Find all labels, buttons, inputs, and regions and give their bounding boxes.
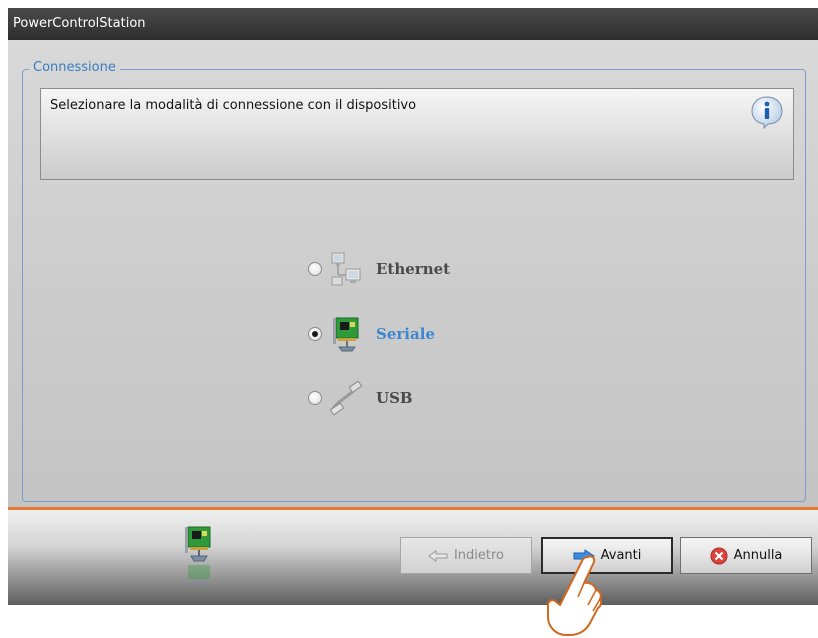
cancel-button[interactable]: Annulla	[680, 537, 812, 574]
footer-separator	[8, 507, 818, 510]
back-button-label: Indietro	[453, 548, 505, 563]
content-area: Connessione Selezionare la modalità di c…	[8, 40, 818, 507]
option-label-seriale: Seriale	[376, 325, 435, 343]
cancel-button-label: Annulla	[733, 548, 783, 563]
instruction-text: Selezionare la modalità di connessione c…	[50, 98, 417, 113]
arrow-left-icon	[428, 549, 448, 562]
ethernet-network-icon	[331, 252, 361, 286]
option-ethernet[interactable]: Ethernet	[308, 249, 558, 289]
info-icon	[751, 96, 783, 130]
cancel-icon	[710, 547, 728, 564]
group-legend: Connessione	[29, 59, 120, 77]
wizard-window: PowerControlStation Connessione Selezion…	[8, 8, 818, 605]
back-button[interactable]: Indietro	[400, 537, 532, 574]
radio-seriale[interactable]	[308, 327, 322, 341]
option-usb[interactable]: USB	[308, 378, 558, 418]
window-title: PowerControlStation	[8, 8, 818, 40]
next-button-label: Avanti	[600, 548, 642, 563]
option-label-ethernet: Ethernet	[376, 260, 451, 278]
usb-cable-icon	[330, 380, 362, 416]
hand-pointer-icon	[547, 555, 603, 636]
serial-card-icon	[333, 317, 359, 352]
option-label-usb: USB	[376, 389, 413, 407]
instruction-panel: Selezionare la modalità di connessione c…	[40, 88, 794, 180]
serial-card-icon	[185, 526, 211, 585]
option-seriale[interactable]: Seriale	[308, 314, 558, 354]
radio-ethernet[interactable]	[308, 262, 322, 276]
radio-usb[interactable]	[308, 391, 322, 405]
